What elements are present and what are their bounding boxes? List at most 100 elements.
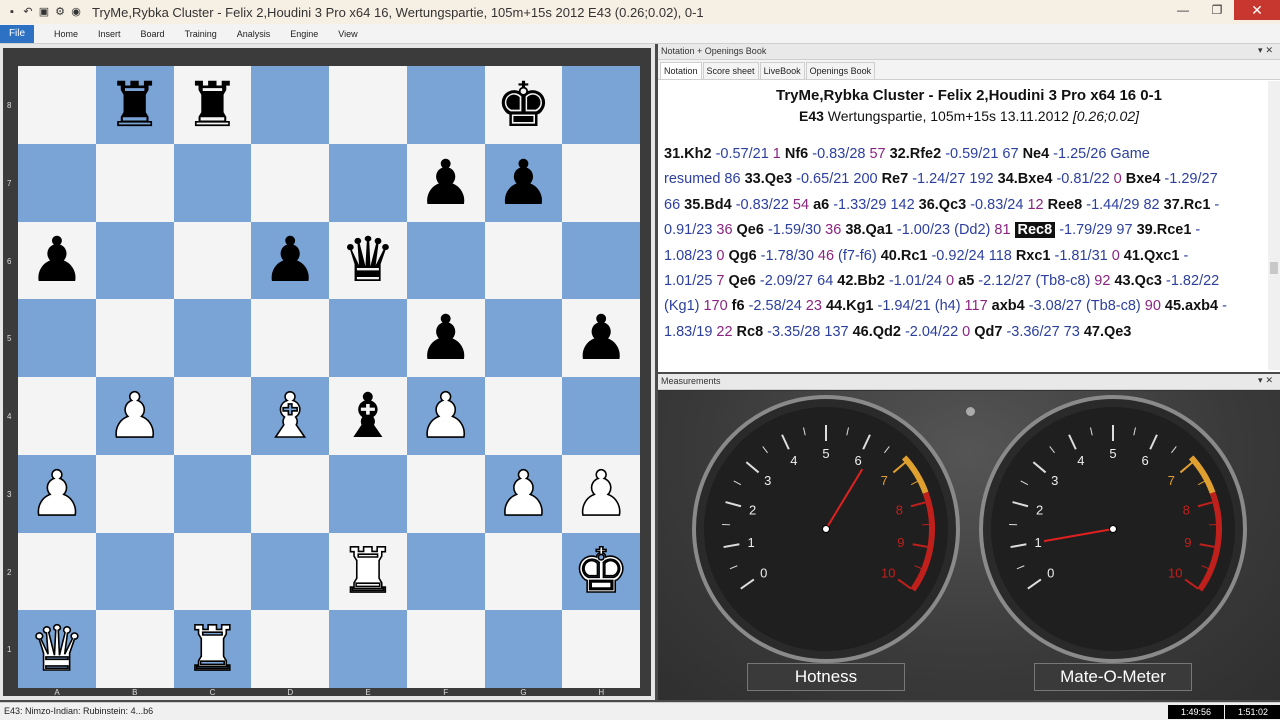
black-pawn-icon[interactable]: ♟: [29, 229, 85, 291]
square-c1[interactable]: ♜: [173, 610, 252, 688]
move[interactable]: 45.axb4: [1165, 298, 1218, 314]
square-f3[interactable]: [406, 454, 485, 533]
square-e4[interactable]: ♝: [329, 377, 407, 455]
white-pawn-icon[interactable]: ♟: [28, 461, 85, 525]
move[interactable]: 43.Qc3: [1114, 273, 1162, 289]
move[interactable]: 39.Rce1: [1137, 222, 1192, 238]
square-e2[interactable]: ♜: [329, 532, 407, 611]
square-b1[interactable]: [95, 610, 174, 688]
square-h5[interactable]: ♟: [562, 299, 640, 377]
square-d7[interactable]: [251, 143, 329, 222]
black-king-icon[interactable]: ♚: [496, 73, 552, 136]
square-a3[interactable]: ♟: [18, 454, 96, 533]
square-h6[interactable]: [562, 221, 640, 300]
square-f1[interactable]: [406, 610, 485, 688]
white-rook-icon[interactable]: ♜: [184, 617, 241, 681]
square-b3[interactable]: [95, 454, 174, 533]
move[interactable]: 42.Bb2: [837, 273, 885, 289]
black-pawn-icon[interactable]: ♟: [496, 151, 552, 214]
square-c8[interactable]: ♜: [173, 66, 252, 144]
square-g3[interactable]: ♟: [484, 454, 563, 533]
move[interactable]: 41.Qxc1: [1124, 248, 1180, 264]
scroll-thumb[interactable]: [1270, 262, 1278, 274]
panel-menu-icon[interactable]: ▾✕: [1258, 45, 1276, 56]
square-g8[interactable]: ♚: [484, 66, 563, 144]
square-f4[interactable]: ♟: [406, 377, 485, 455]
move[interactable]: 46.Qd2: [853, 324, 901, 340]
square-d1[interactable]: [251, 610, 329, 688]
white-pawn-icon[interactable]: ♟: [495, 461, 552, 525]
square-h7[interactable]: [562, 143, 640, 222]
square-b5[interactable]: [95, 299, 174, 377]
white-rook-icon[interactable]: ♜: [339, 539, 396, 603]
square-d2[interactable]: [251, 532, 329, 611]
square-e8[interactable]: [329, 66, 407, 144]
square-e3[interactable]: [329, 454, 407, 533]
square-f7[interactable]: ♟: [406, 143, 485, 222]
move[interactable]: Ne4: [1023, 146, 1050, 162]
move[interactable]: a5: [958, 273, 974, 289]
square-a7[interactable]: [18, 143, 96, 222]
move[interactable]: 37.Rc1: [1164, 197, 1211, 213]
square-f2[interactable]: [406, 532, 485, 611]
square-a5[interactable]: [18, 299, 96, 377]
square-c7[interactable]: [173, 143, 252, 222]
square-b2[interactable]: [95, 532, 174, 611]
flip-board-icon[interactable]: ▣: [38, 6, 50, 18]
move[interactable]: Qe6: [728, 273, 755, 289]
menu-training[interactable]: Training: [185, 29, 217, 39]
black-pawn-icon[interactable]: ♟: [573, 307, 629, 369]
square-e5[interactable]: [329, 299, 407, 377]
menu-insert[interactable]: Insert: [98, 29, 121, 39]
move[interactable]: Rc8: [737, 324, 764, 340]
black-pawn-icon[interactable]: ♟: [418, 307, 474, 369]
white-king-icon[interactable]: ♚: [573, 539, 630, 603]
square-e6[interactable]: ♛: [329, 221, 407, 300]
menu-engine[interactable]: Engine: [290, 29, 318, 39]
tab-notation[interactable]: Notation: [660, 62, 702, 79]
tab-openings-book[interactable]: Openings Book: [805, 62, 876, 79]
square-c3[interactable]: [173, 454, 252, 533]
square-g7[interactable]: ♟: [484, 143, 563, 222]
square-h4[interactable]: [562, 377, 640, 455]
square-h1[interactable]: [562, 610, 640, 688]
save-icon[interactable]: ▪: [6, 6, 18, 18]
black-pawn-icon[interactable]: ♟: [262, 229, 318, 291]
move[interactable]: 38.Qa1: [845, 222, 893, 238]
menu-board[interactable]: Board: [141, 29, 165, 39]
minimize-button[interactable]: —: [1166, 0, 1200, 20]
square-b7[interactable]: [95, 143, 174, 222]
square-d8[interactable]: [251, 66, 329, 144]
chess-board[interactable]: ♜ ♜ ♚ ♟ ♟ ♟ ♟ ♛ ♟ ♟ ♟ ♝ ♝ ♟ ♟ ♟ ♟ ♜ ♚ ♛ ♜: [18, 66, 640, 688]
move[interactable]: 33.Qe3: [745, 171, 793, 187]
square-f6[interactable]: [406, 221, 485, 300]
move[interactable]: 47.Qe3: [1084, 324, 1132, 340]
square-d4[interactable]: ♝: [251, 377, 329, 455]
move[interactable]: 35.Bd4: [684, 197, 732, 213]
square-d3[interactable]: [251, 454, 329, 533]
square-g5[interactable]: [484, 299, 563, 377]
black-rook-icon[interactable]: ♜: [185, 73, 241, 136]
move[interactable]: 31.Kh2: [664, 146, 712, 162]
square-c4[interactable]: [173, 377, 252, 455]
maximize-button[interactable]: ❐: [1200, 0, 1234, 20]
current-move[interactable]: Rec8: [1014, 222, 1056, 239]
panel-menu-icon[interactable]: ▾✕: [1258, 375, 1276, 386]
square-d5[interactable]: [251, 299, 329, 377]
undo-icon[interactable]: ↶: [22, 6, 34, 18]
move[interactable]: Re7: [882, 171, 909, 187]
menu-home[interactable]: Home: [54, 29, 78, 39]
square-g1[interactable]: [484, 610, 563, 688]
square-h2[interactable]: ♚: [562, 532, 640, 611]
square-a6[interactable]: ♟: [18, 221, 96, 300]
black-rook-icon[interactable]: ♜: [107, 73, 163, 136]
square-a8[interactable]: [18, 66, 96, 144]
black-bishop-icon[interactable]: ♝: [340, 384, 396, 447]
square-h8[interactable]: [562, 66, 640, 144]
close-button[interactable]: ✕: [1234, 0, 1280, 20]
move[interactable]: axb4: [992, 298, 1025, 314]
square-g6[interactable]: [484, 221, 563, 300]
engine-icon[interactable]: ◉: [70, 6, 82, 18]
white-pawn-icon[interactable]: ♟: [417, 384, 474, 448]
move[interactable]: f6: [732, 298, 745, 314]
